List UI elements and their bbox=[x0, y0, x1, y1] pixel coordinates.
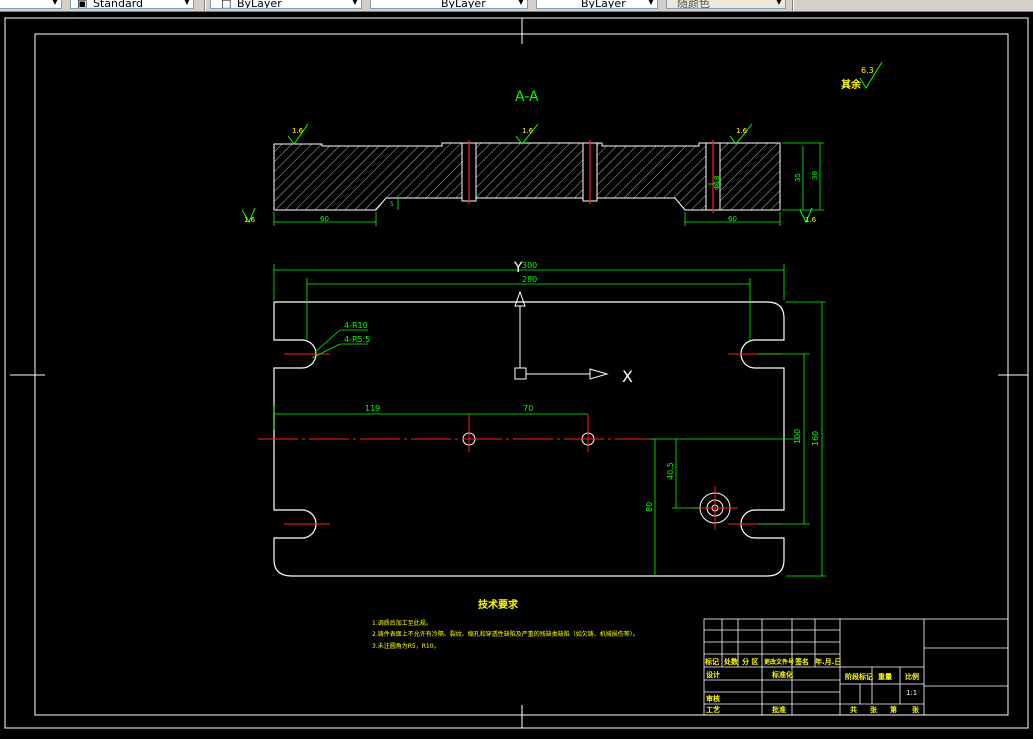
color-dropdown[interactable]: □ ByLayer ▼ bbox=[210, 0, 362, 9]
roughness-mark: 1.6 bbox=[522, 127, 534, 135]
roughness-mark: 1.6 bbox=[736, 127, 748, 135]
color-swatch-icon: □ bbox=[221, 0, 232, 9]
ucs-y-label: Y bbox=[513, 260, 523, 276]
dim-dia-18: Φ18 bbox=[713, 176, 721, 190]
tb-process: 工艺 bbox=[706, 705, 720, 714]
note-line: 2.铸件表面上不允许有冷隔、裂纹、缩孔和穿透性缺陷及严重的残缺类缺陷（如欠铸、机… bbox=[372, 630, 639, 638]
text-style-value: Standard bbox=[93, 0, 144, 9]
linetype-dropdown[interactable]: ByLayer ▼ bbox=[370, 0, 528, 9]
roughness-other-label: 其余 bbox=[841, 78, 862, 91]
tb-label: 分 区 bbox=[742, 657, 758, 666]
cad-drawing[interactable]: 其余 6.3 A-A 1.6 1.6 1.6 1.6 1.6 60 60 5 3… bbox=[0, 12, 1033, 735]
roughness-other: 其余 6.3 bbox=[841, 61, 883, 91]
tb-stage: 阶段标记 bbox=[845, 672, 873, 681]
tb-approve: 批准 bbox=[772, 705, 786, 714]
label-r10: 4-R10 bbox=[344, 321, 368, 330]
color-value: ByLayer bbox=[237, 0, 282, 9]
tb-label: 标记 bbox=[704, 657, 719, 666]
lineweight-value: ByLayer bbox=[581, 0, 626, 9]
text-style-icon: ▣ bbox=[77, 0, 88, 9]
plot-style-dropdown[interactable]: 随颜色 ▼ bbox=[666, 0, 786, 9]
tb-design: 设计 bbox=[706, 670, 720, 679]
linetype-value: ByLayer bbox=[441, 0, 486, 9]
tb-scale-value: 1:1 bbox=[906, 689, 917, 697]
tb-scale-label: 比例 bbox=[905, 672, 919, 681]
dim-160: 160 bbox=[811, 431, 820, 446]
dim-119: 119 bbox=[365, 404, 380, 413]
tb-sheet: 张 bbox=[912, 705, 920, 714]
chevron-down-icon: ▼ bbox=[352, 0, 358, 6]
note-line: 1.调质后加工至此规。 bbox=[372, 619, 432, 627]
dim-40-5: 40.5 bbox=[666, 462, 675, 480]
text-style-dropdown[interactable]: ▣ Standard ▼ bbox=[70, 0, 194, 9]
tb-weight: 重量 bbox=[878, 672, 892, 681]
dim-80: 80 bbox=[645, 502, 654, 512]
tb-review: 审核 bbox=[706, 694, 720, 703]
toolbar-separator bbox=[204, 0, 206, 11]
roughness-mark: 1.6 bbox=[244, 216, 256, 224]
roughness-main-value: 6.3 bbox=[861, 66, 874, 75]
chevron-down-icon: ▼ bbox=[648, 0, 654, 6]
dim-70: 70 bbox=[523, 404, 533, 413]
sheet-border bbox=[4, 17, 1029, 729]
tb-sheet: 第 bbox=[890, 705, 897, 714]
plan-view: 300 280 119 70 100 160 80 40.5 4-R10 4-R… bbox=[258, 261, 826, 577]
ucs-icon bbox=[514, 290, 609, 380]
lineweight-dropdown[interactable]: ByLayer ▼ bbox=[536, 0, 658, 9]
dim-left-60: 60 bbox=[320, 215, 329, 223]
chevron-down-icon: ▼ bbox=[52, 0, 58, 6]
tb-label: 年.月.日 bbox=[815, 657, 841, 666]
dim-width-300: 300 bbox=[522, 261, 537, 270]
tb-label: 更改文件号 bbox=[764, 658, 794, 666]
tb-label: 签名 bbox=[794, 657, 809, 666]
drawing-canvas[interactable]: 其余 6.3 A-A 1.6 1.6 1.6 1.6 1.6 60 60 5 3… bbox=[0, 12, 1033, 735]
dim-width-280: 280 bbox=[522, 275, 537, 284]
tb-standard: 标准化 bbox=[771, 670, 793, 679]
note-line: 3.未注圆角为R5，R10。 bbox=[372, 642, 440, 650]
dim-100: 100 bbox=[793, 429, 802, 444]
plot-style-value: 随颜色 bbox=[677, 0, 710, 9]
roughness-mark: 1.6 bbox=[292, 127, 304, 135]
label-r5-5: 4-R5.5 bbox=[344, 335, 370, 344]
ucs-x-label: X bbox=[622, 367, 633, 386]
tb-sheet: 共 bbox=[850, 705, 857, 714]
notes-title: 技术要求 bbox=[478, 598, 519, 611]
section-body bbox=[273, 142, 781, 211]
properties-toolbar: ▼ ▣ Standard ▼ □ ByLayer ▼ ByLayer ▼ ByL… bbox=[0, 0, 1033, 12]
title-block-text: 标记 处数 分 区 更改文件号 签名 年.月.日 设计 标准化 阶段标记 重量 … bbox=[704, 657, 920, 714]
section-title: A-A bbox=[515, 89, 539, 105]
tb-sheet: 张 bbox=[870, 705, 878, 714]
chevron-down-icon: ▼ bbox=[184, 0, 190, 6]
technical-notes: 技术要求 1.调质后加工至此规。 2.铸件表面上不允许有冷隔、裂纹、缩孔和穿透性… bbox=[372, 598, 639, 650]
roughness-mark: 1.6 bbox=[805, 216, 817, 224]
toolbar-separator bbox=[792, 0, 794, 11]
layer-dropdown[interactable]: ▼ bbox=[0, 0, 62, 9]
dim-height-38: 38 bbox=[811, 171, 819, 180]
dim-depth-5: 5 bbox=[390, 201, 394, 208]
chevron-down-icon: ▼ bbox=[776, 0, 782, 6]
tb-label: 处数 bbox=[723, 657, 739, 666]
title-block bbox=[703, 618, 1009, 716]
dim-right-60: 60 bbox=[728, 215, 737, 223]
chevron-down-icon: ▼ bbox=[518, 0, 524, 6]
section-view: 1.6 1.6 1.6 1.6 1.6 60 60 5 35 38 Φ18 bbox=[241, 123, 824, 226]
dim-height-35: 35 bbox=[794, 173, 802, 182]
